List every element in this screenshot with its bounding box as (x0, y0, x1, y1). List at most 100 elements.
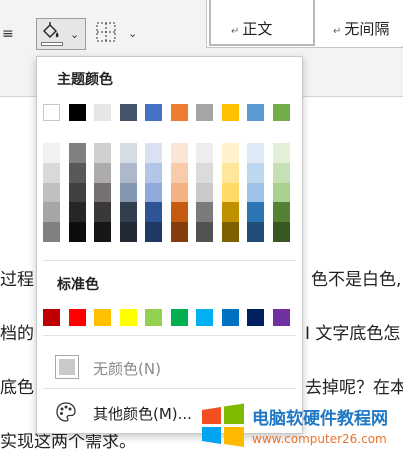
theme-shade-swatch[interactable] (170, 222, 188, 242)
borders-icon[interactable] (95, 21, 117, 43)
borders-dropdown-arrow-icon[interactable]: ⌄ (128, 27, 137, 40)
theme-shade-swatch[interactable] (145, 202, 162, 223)
theme-shade-swatch[interactable] (272, 222, 290, 242)
theme-shade-swatch[interactable] (247, 182, 264, 203)
style-normal-label: 正文 (242, 20, 273, 38)
theme-shade-column (272, 143, 290, 242)
standard-color-swatch[interactable] (68, 309, 86, 326)
theme-shade-swatch[interactable] (119, 182, 137, 203)
shading-dropdown-arrow-icon[interactable]: ⌄ (70, 28, 79, 41)
theme-shade-swatch[interactable] (68, 202, 86, 223)
theme-shade-swatch[interactable] (94, 182, 111, 203)
theme-shade-swatch[interactable] (247, 162, 264, 183)
theme-shade-swatch[interactable] (272, 202, 290, 223)
theme-color-swatch[interactable] (43, 104, 60, 121)
theme-shade-swatch[interactable] (170, 202, 188, 223)
document-text-line: 档的 (0, 324, 34, 344)
theme-shade-swatch[interactable] (145, 222, 162, 242)
theme-shade-swatch[interactable] (145, 162, 162, 183)
theme-shade-swatch[interactable] (272, 143, 290, 163)
theme-shade-swatch[interactable] (196, 182, 213, 203)
theme-shade-swatch[interactable] (43, 182, 60, 203)
theme-shade-swatch[interactable] (272, 162, 290, 183)
theme-shade-swatch[interactable] (68, 143, 86, 163)
theme-shade-swatch[interactable] (43, 162, 60, 183)
no-color-label: 无颜色(N) (93, 360, 161, 378)
paint-bucket-icon (43, 22, 59, 38)
theme-shade-swatch[interactable] (221, 182, 239, 203)
theme-shade-column (221, 143, 239, 242)
standard-color-swatch[interactable] (221, 309, 239, 326)
theme-shade-swatch[interactable] (221, 143, 239, 163)
standard-color-swatch[interactable] (196, 309, 213, 326)
theme-shade-swatch[interactable] (94, 202, 111, 223)
theme-shade-swatch[interactable] (196, 162, 213, 183)
theme-shade-swatch[interactable] (145, 143, 162, 163)
style-normal[interactable]: ↵ 正文 (209, 0, 315, 46)
standard-color-swatch[interactable] (170, 309, 188, 326)
theme-shade-column (94, 143, 111, 242)
theme-shade-swatch[interactable] (94, 222, 111, 242)
windows-logo-icon (202, 403, 244, 447)
theme-color-swatch[interactable] (94, 104, 111, 121)
theme-color-swatch[interactable] (221, 104, 239, 121)
theme-color-swatch[interactable] (68, 104, 86, 121)
theme-shade-column (247, 143, 264, 242)
theme-shade-swatch[interactable] (94, 162, 111, 183)
theme-shade-column (170, 143, 188, 242)
theme-shade-swatch[interactable] (119, 202, 137, 223)
theme-shade-swatch[interactable] (94, 143, 111, 163)
theme-shade-column (119, 143, 137, 242)
standard-color-swatch[interactable] (94, 309, 111, 326)
document-text-line: 色不是白色, (311, 270, 402, 290)
theme-shade-swatch[interactable] (196, 143, 213, 163)
document-text-line: 过程 (0, 270, 34, 290)
paragraph-align-icon[interactable]: ≡ (2, 26, 14, 42)
theme-color-swatch[interactable] (119, 104, 137, 121)
theme-shade-swatch[interactable] (43, 222, 60, 242)
theme-shade-column (145, 143, 162, 242)
theme-color-swatch[interactable] (145, 104, 162, 121)
styles-gallery: ↵ 正文 ↵ 无间隔 (206, 0, 403, 48)
theme-shade-swatch[interactable] (221, 162, 239, 183)
style-no-spacing[interactable]: ↵ 无间隔 (319, 0, 403, 46)
theme-shade-swatch[interactable] (145, 182, 162, 203)
theme-shade-swatch[interactable] (68, 182, 86, 203)
theme-shade-swatch[interactable] (247, 143, 264, 163)
theme-shade-swatch[interactable] (68, 162, 86, 183)
theme-color-swatch[interactable] (196, 104, 213, 121)
standard-color-swatch[interactable] (272, 309, 290, 326)
theme-shade-swatch[interactable] (170, 143, 188, 163)
no-color-item[interactable]: 无颜色(N) (37, 351, 302, 385)
theme-shade-swatch[interactable] (196, 222, 213, 242)
theme-shade-swatch[interactable] (272, 182, 290, 203)
theme-shade-swatch[interactable] (68, 222, 86, 242)
theme-color-swatch[interactable] (272, 104, 290, 121)
theme-shade-swatch[interactable] (119, 222, 137, 242)
theme-shade-swatch[interactable] (170, 162, 188, 183)
shading-color-popup: 主题颜色 标准色 无颜色(N) 其他颜色(M)... (36, 56, 303, 434)
theme-shade-swatch[interactable] (247, 202, 264, 223)
standard-color-swatch[interactable] (43, 309, 60, 326)
theme-color-swatch[interactable] (247, 104, 264, 121)
theme-shade-swatch[interactable] (221, 202, 239, 223)
document-text-line: 底色 (0, 378, 34, 398)
document-text-line: I 文字底色怎 (305, 324, 401, 344)
theme-shade-swatch[interactable] (170, 182, 188, 203)
theme-shade-swatch[interactable] (119, 162, 137, 183)
watermark-url: www.computer26.com (252, 432, 387, 446)
standard-color-swatch[interactable] (145, 309, 162, 326)
watermark-title: 电脑软硬件教程网 (252, 409, 388, 429)
standard-color-swatch[interactable] (119, 309, 137, 326)
theme-shade-swatch[interactable] (247, 222, 264, 242)
document-text-line: 去掉呢？在本 (305, 378, 403, 398)
theme-shade-swatch[interactable] (119, 143, 137, 163)
shading-button[interactable]: ⌄ (36, 18, 86, 50)
standard-color-swatch[interactable] (247, 309, 264, 326)
theme-shade-swatch[interactable] (43, 202, 60, 223)
theme-shade-swatch[interactable] (43, 143, 60, 163)
theme-shade-swatch[interactable] (196, 202, 213, 223)
paragraph-mark-icon: ↵ (231, 26, 240, 37)
theme-shade-swatch[interactable] (221, 222, 239, 242)
theme-color-swatch[interactable] (170, 104, 188, 121)
